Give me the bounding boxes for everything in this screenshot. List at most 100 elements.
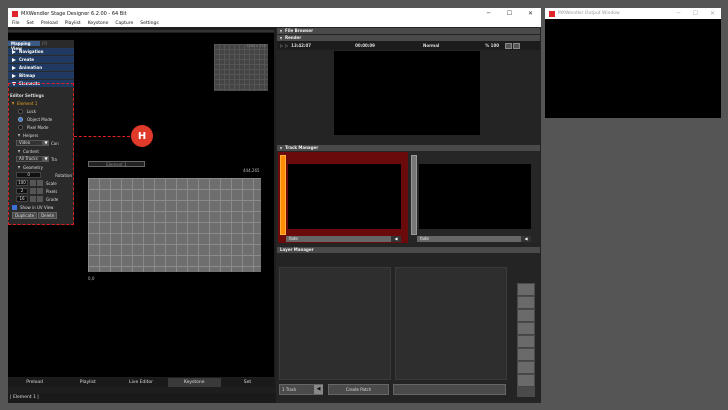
track-manager-header[interactable]: Track Manager [277,145,540,151]
show-uv-row[interactable]: Show in UV View [10,203,72,211]
track-2-arrow-icon[interactable]: ◀ [521,236,531,242]
object-mode-radio[interactable] [18,116,23,122]
scale-row: 100 Scale [10,179,72,187]
pixel-mode-radio[interactable] [18,124,23,130]
pixel-mode-option[interactable]: Pixel Mode [10,123,72,131]
level-segment[interactable] [518,336,534,348]
lock-label: Lock [27,108,37,114]
helpers-label: Helpers [23,132,39,138]
track-1-level[interactable] [280,155,286,235]
scale-increase-button[interactable] [37,180,43,186]
layer-manager-header[interactable]: Layer Manager [277,247,540,253]
content-group[interactable]: Content [10,147,72,155]
chevron-down-icon[interactable]: ▼ [43,156,49,162]
section-animation[interactable]: Animation [8,64,74,71]
menu-file[interactable]: File [12,21,20,26]
top-scrollbar[interactable] [8,30,274,32]
mapping-view-help[interactable]: (?) [42,41,47,46]
grade-field[interactable]: 16 [16,196,28,202]
play-icon-2[interactable]: ▷ [285,43,288,48]
pixels-field[interactable]: 2 [16,188,28,194]
file-browser-header[interactable]: File Browser [277,28,540,34]
mapping-view-tab[interactable]: Mapping View [8,41,40,51]
level-segment[interactable] [518,297,534,309]
tab-set[interactable]: Set [221,378,274,387]
minimize-button[interactable]: ─ [670,10,687,17]
section-bitmap[interactable]: Bitmap [8,72,74,79]
track-1-preview[interactable] [288,164,401,229]
render-mode[interactable]: Normal [423,43,439,48]
menu-set[interactable]: Set [27,21,34,26]
helpers-select[interactable]: Video [16,140,43,146]
helpers-group[interactable]: Helpers [10,131,72,139]
pixels-decrease-button[interactable] [30,188,36,194]
element-name-label[interactable]: Element 1 [88,161,145,167]
pixels-row: 2 Pixels [10,187,72,195]
menu-playlist[interactable]: Playlist [65,21,81,26]
track-2-level[interactable] [411,155,417,235]
menu-preload[interactable]: Preload [41,21,58,26]
close-button[interactable]: ✕ [704,10,721,17]
minimize-button[interactable]: ─ [478,10,499,17]
level-segment[interactable] [518,375,534,387]
pixels-increase-button[interactable] [37,188,43,194]
play-icon[interactable]: ▷ [280,43,283,48]
layer-track-arrow-icon[interactable]: ◀ [314,385,323,394]
create-patch-button[interactable]: Create Patch [328,384,389,395]
grade-decrease-button[interactable] [30,196,36,202]
layer-blank-button[interactable] [393,384,506,395]
scale-field[interactable]: 100 [16,180,28,186]
layer-slot-1[interactable] [279,267,391,380]
section-create[interactable]: Create [8,56,74,63]
tab-keystone[interactable]: Keystone [167,378,221,387]
output-window[interactable] [545,8,721,118]
section-label: Animation [19,65,43,70]
mxwendler-logo-icon [549,10,555,17]
annotation-connector [74,136,130,137]
scale-decrease-button[interactable] [30,180,36,186]
element-grid[interactable] [88,178,261,272]
level-segment[interactable] [518,310,534,322]
close-button[interactable]: ✕ [520,10,541,17]
track-2-transition[interactable]: fade [417,236,531,242]
helpers-option-label: Con [51,140,59,146]
menu-settings[interactable]: Settings [140,21,158,26]
track-2-preview[interactable] [419,164,531,229]
object-mode-option[interactable]: Object Mode [10,115,72,123]
render-preview[interactable] [334,51,480,135]
lock-radio[interactable] [18,108,23,114]
delete-button[interactable]: Delete [38,211,58,219]
preview-thumbnail[interactable] [214,44,268,91]
render-zoom[interactable]: % 100 [485,43,499,48]
content-select[interactable]: All Tracks [16,156,43,162]
maximize-button[interactable]: ☐ [687,10,704,17]
duplicate-button[interactable]: Duplicate [12,211,38,219]
tab-playlist[interactable]: Playlist [61,378,114,387]
render-fullscreen-icon[interactable] [513,42,521,49]
tab-preload[interactable]: Preload [8,378,61,387]
maximize-button[interactable]: ☐ [499,10,520,17]
lock-option[interactable]: Lock [10,107,72,115]
expand-arrow-icon [12,65,16,70]
level-segment[interactable] [518,362,534,374]
rotation-field[interactable]: 0 [16,172,42,178]
track-1-arrow-icon[interactable]: ◀ [391,236,401,242]
track-1-transition[interactable]: fade [286,236,401,242]
show-uv-checkbox[interactable] [12,204,17,210]
level-segment[interactable] [518,323,534,335]
element-tree-item[interactable]: Element 1 [10,99,72,107]
geometry-label: Geometry [23,164,43,170]
layer-slot-2[interactable] [395,267,507,380]
menu-capture[interactable]: Capture [115,21,133,26]
geometry-group[interactable]: Geometry [10,163,72,171]
show-uv-label: Show in UV View [20,204,54,210]
render-fit-icon[interactable] [505,42,513,49]
level-segment[interactable] [518,349,534,361]
menu-keystone[interactable]: Keystone [88,21,109,26]
grade-row: 16 Grade [10,195,72,203]
level-segment[interactable] [518,284,534,296]
expand-arrow-icon [12,57,16,62]
tab-live-editor[interactable]: Live Editor [114,378,167,387]
grade-increase-button[interactable] [37,196,43,202]
chevron-down-icon[interactable]: ▼ [43,140,49,146]
